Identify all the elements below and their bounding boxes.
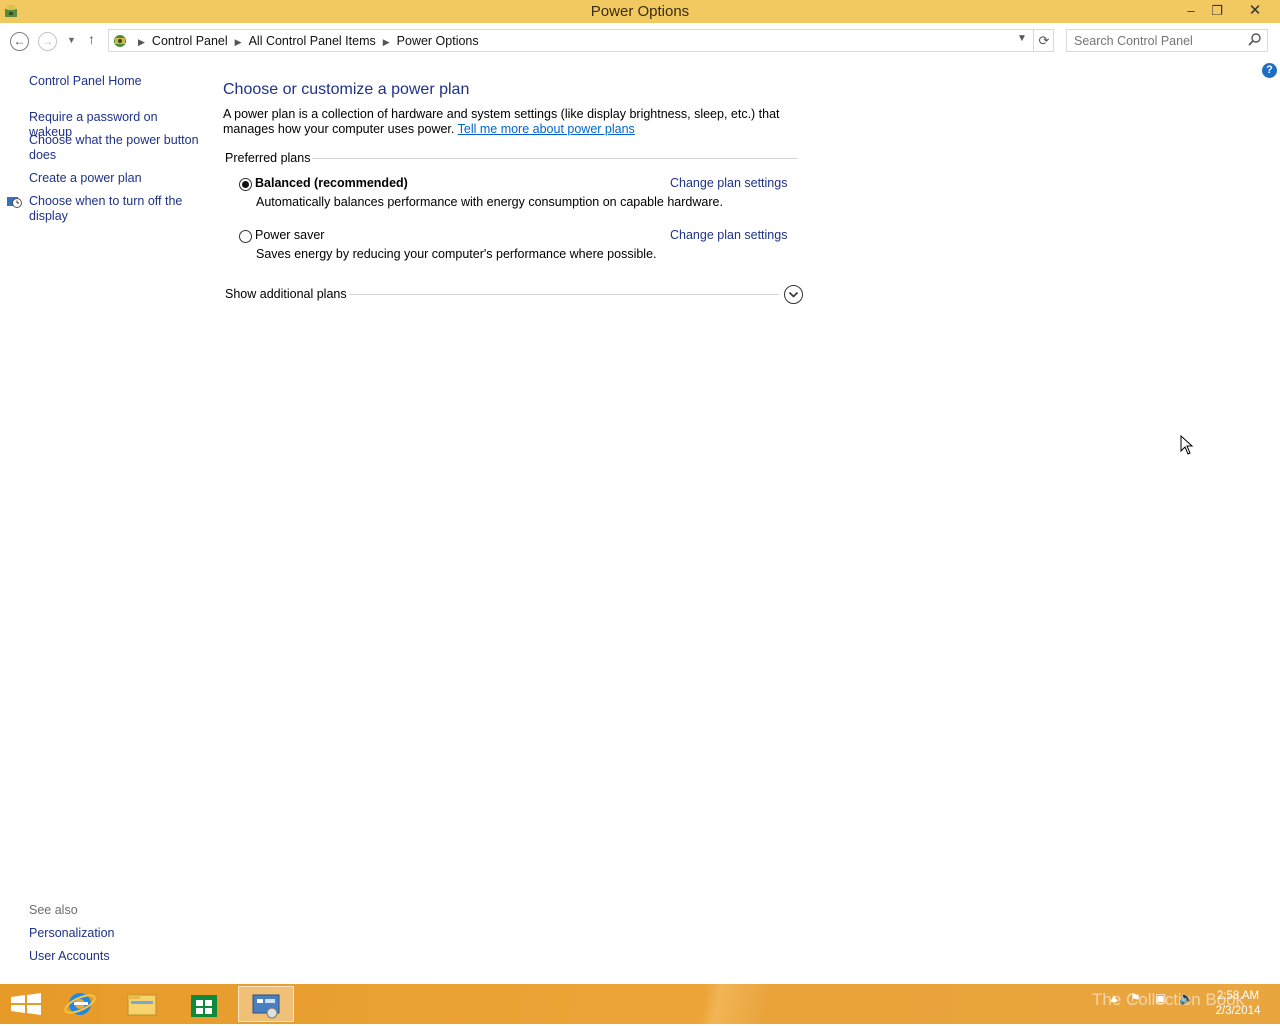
see-also-label: See also xyxy=(29,903,78,917)
control-panel-icon xyxy=(114,35,126,47)
power-saver-plan-name[interactable]: Power saver xyxy=(255,228,324,242)
expand-additional-plans-button[interactable] xyxy=(784,285,803,304)
divider xyxy=(312,158,798,159)
show-hidden-icons-icon[interactable]: ▲ xyxy=(1108,991,1120,1005)
sidebar-create-plan[interactable]: Create a power plan xyxy=(29,171,204,186)
chevron-right-icon[interactable]: ▶ xyxy=(138,37,145,47)
address-bar[interactable]: ▶ Control Panel ▶ All Control Panel Items ▶ P… xyxy=(108,29,1054,52)
close-button[interactable]: ✕ xyxy=(1240,0,1270,21)
navigation-bar: ← → ▼ ↑ ▶ Control Panel ▶ All Control Panel… xyxy=(0,23,1280,59)
power-saver-plan-description: Saves energy by reducing your computer's… xyxy=(256,247,657,261)
balanced-radio[interactable] xyxy=(239,178,252,191)
chevron-down-icon xyxy=(788,291,799,298)
chevron-down-icon[interactable]: ▼ xyxy=(1017,33,1027,44)
volume-icon[interactable]: 🔈 xyxy=(1179,991,1194,1005)
sidebar-display-off[interactable]: Choose when to turn off the display xyxy=(29,194,204,224)
internet-explorer-icon[interactable] xyxy=(52,986,108,1022)
up-button[interactable]: ↑ xyxy=(88,31,95,47)
divider xyxy=(349,294,779,295)
file-explorer-icon[interactable] xyxy=(114,986,170,1022)
start-button[interactable] xyxy=(0,986,56,1022)
search-box[interactable] xyxy=(1066,29,1268,52)
balanced-change-settings-link[interactable]: Change plan settings xyxy=(670,176,787,190)
page-title: Choose or customize a power plan xyxy=(223,81,470,98)
back-button[interactable]: ← xyxy=(10,32,29,51)
sidebar-control-panel-home[interactable]: Control Panel Home xyxy=(29,74,142,89)
network-icon[interactable]: ▣ xyxy=(1155,991,1166,1005)
clock-time: 2:58 AM xyxy=(1216,990,1260,1002)
store-icon[interactable] xyxy=(176,986,232,1022)
learn-more-link[interactable]: Tell me more about power plans xyxy=(458,122,635,136)
taskbar-control-panel-button[interactable] xyxy=(238,986,294,1022)
search-input[interactable] xyxy=(1067,30,1245,51)
breadcrumb-control-panel[interactable]: Control Panel xyxy=(152,34,228,48)
breadcrumb-power-options[interactable]: Power Options xyxy=(397,34,479,48)
see-also-user-accounts[interactable]: User Accounts xyxy=(29,949,110,964)
control-panel-icon xyxy=(252,994,280,1019)
sidebar-power-button[interactable]: Choose what the power button does xyxy=(29,133,204,163)
breadcrumb-all-items[interactable]: All Control Panel Items xyxy=(249,34,376,48)
page-description: A power plan is a collection of hardware… xyxy=(223,107,813,137)
title-bar: Power Options – ❐ ✕ xyxy=(0,0,1280,23)
system-clock[interactable]: 2:58 AM 2/3/2014 xyxy=(1206,989,1270,1019)
recent-locations-button[interactable]: ▼ xyxy=(67,35,76,45)
maximize-button[interactable]: ❐ xyxy=(1204,0,1230,21)
balanced-plan-description: Automatically balances performance with … xyxy=(256,195,723,209)
search-icon[interactable] xyxy=(1247,32,1263,48)
balanced-plan-name[interactable]: Balanced (recommended) xyxy=(255,176,408,190)
help-icon[interactable]: ? xyxy=(1262,63,1277,78)
refresh-button[interactable]: ⟳ xyxy=(1033,30,1054,51)
action-center-flag-icon[interactable]: ⚑ xyxy=(1130,991,1141,1005)
power-saver-radio[interactable] xyxy=(239,230,252,243)
power-saver-change-settings-link[interactable]: Change plan settings xyxy=(670,228,787,242)
chevron-right-icon[interactable]: ▶ xyxy=(383,37,390,47)
taskbar: The Collection Book ▲ ⚑ ▣ 🔈 2:58 AM 2/3/… xyxy=(0,984,1280,1024)
forward-button[interactable]: → xyxy=(38,32,57,51)
clock-date: 2/3/2014 xyxy=(1215,1005,1261,1017)
show-additional-plans-label[interactable]: Show additional plans xyxy=(225,287,347,301)
display-clock-icon xyxy=(7,197,22,208)
mouse-cursor-icon xyxy=(1180,435,1194,455)
minimize-button[interactable]: – xyxy=(1178,0,1204,21)
breadcrumb: ▶ Control Panel ▶ All Control Panel Items ▶ P… xyxy=(131,34,479,48)
preferred-plans-label: Preferred plans xyxy=(225,151,311,165)
see-also-personalization[interactable]: Personalization xyxy=(29,926,114,941)
chevron-right-icon[interactable]: ▶ xyxy=(235,37,242,47)
window-title: Power Options xyxy=(590,3,690,20)
